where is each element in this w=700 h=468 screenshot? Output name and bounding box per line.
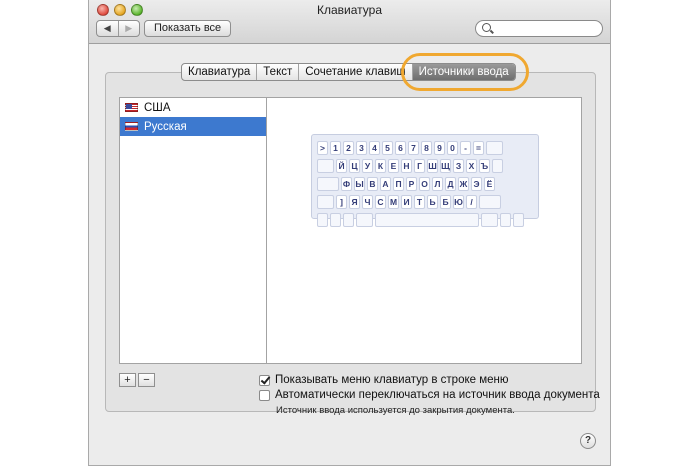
flag-ru-icon [125,122,138,131]
tab-shortcuts[interactable]: Сочетание клавиш [299,64,413,80]
key: Ф [341,177,352,191]
key: > [317,141,328,155]
key: О [419,177,430,191]
key: 7 [408,141,419,155]
key: Э [471,177,482,191]
keyboard-row-2: Й Ц У К Е Н Г Ш Щ З Х Ъ [317,159,533,174]
key-space [375,213,479,227]
key: Д [445,177,456,191]
search-field[interactable] [475,20,603,37]
show-menu-checkbox[interactable] [259,374,270,386]
key: - [460,141,471,155]
key: 1 [330,141,341,155]
keyboard-row-1: > 1 2 3 4 5 6 7 8 9 0 - = [317,141,533,156]
show-all-button[interactable]: Показать все [144,20,232,37]
key: Ъ [479,159,490,173]
key-fn [317,213,328,227]
window-title: Клавиатура [317,3,382,17]
key-command-right [481,213,498,227]
auto-switch-option[interactable]: Автоматически переключаться на источник … [259,389,600,401]
list-item-russian[interactable]: Русская [120,117,266,136]
key: К [375,159,386,173]
key: / [466,195,477,209]
tab-keyboard[interactable]: Клавиатура [182,64,258,80]
key: Ш [427,159,438,173]
key: А [380,177,391,191]
key: Р [406,177,417,191]
key-delete [486,141,503,155]
title-bar: Клавиатура ◀ ▶ Показать все [89,0,610,44]
key: Я [349,195,360,209]
key: С [375,195,386,209]
auto-switch-hint: Источник ввода используется до закрытия … [276,405,515,416]
list-item-label: США [144,101,171,114]
input-sources-list[interactable]: США Русская [119,97,267,364]
key: Ж [458,177,469,191]
key: = [473,141,484,155]
keyboard-row-5 [317,213,533,228]
key: Ь [427,195,438,209]
key: Б [440,195,451,209]
add-remove-group: + − [119,373,155,387]
key: Й [336,159,347,173]
key-arrow [513,213,524,227]
key: З [453,159,464,173]
remove-source-button[interactable]: − [138,373,155,387]
back-button[interactable]: ◀ [97,21,118,36]
show-menu-option[interactable]: Показывать меню клавиатур в строке меню [259,374,509,386]
key: Ы [354,177,365,191]
show-menu-label: Показывать меню клавиатур в строке меню [275,374,509,386]
key: 6 [395,141,406,155]
key-caps-lock [317,177,339,191]
key: В [367,177,378,191]
key-option-right [500,213,511,227]
list-item-label: Русская [144,120,187,133]
auto-switch-checkbox[interactable] [259,389,270,401]
key: Г [414,159,425,173]
key: Ц [349,159,360,173]
key: 3 [356,141,367,155]
key: Н [401,159,412,173]
auto-switch-label: Автоматически переключаться на источник … [275,389,600,401]
search-icon [482,23,491,32]
key: И [401,195,412,209]
key: Ю [453,195,464,209]
key-shift-left [317,195,334,209]
key: Щ [440,159,451,173]
key: 8 [421,141,432,155]
key-tab [317,159,334,173]
add-source-button[interactable]: + [119,373,136,387]
key: 5 [382,141,393,155]
key: Л [432,177,443,191]
help-button[interactable]: ? [580,433,596,449]
key-command [356,213,373,227]
back-forward-group: ◀ ▶ [96,20,140,37]
key: Ё [484,177,495,191]
keyboard-preferences-window: Клавиатура ◀ ▶ Показать все Клавиатура Т… [88,0,611,466]
key: 4 [369,141,380,155]
keyboard-layout-preview: > 1 2 3 4 5 6 7 8 9 0 - = Й Ц У К Е Н Г … [311,134,539,227]
list-item-usa[interactable]: США [120,98,266,117]
key: Х [466,159,477,173]
keyboard-row-4: ] Я Ч С М И Т Ь Б Ю / [317,195,533,210]
key: М [388,195,399,209]
keyboard-row-3: Ф Ы В А П Р О Л Д Ж Э Ё [317,177,533,192]
key-backslash [492,159,503,173]
flag-us-icon [125,103,138,112]
key: П [393,177,404,191]
key: Т [414,195,425,209]
tab-text[interactable]: Текст [257,64,300,80]
key: 2 [343,141,354,155]
forward-button[interactable]: ▶ [117,21,140,36]
key: У [362,159,373,173]
key: Ч [362,195,373,209]
key-control [330,213,341,227]
key: 0 [447,141,458,155]
key: 9 [434,141,445,155]
key-option [343,213,354,227]
key: ] [336,195,347,209]
highlight-ring [401,53,529,91]
key: Е [388,159,399,173]
key-shift-right [479,195,501,209]
